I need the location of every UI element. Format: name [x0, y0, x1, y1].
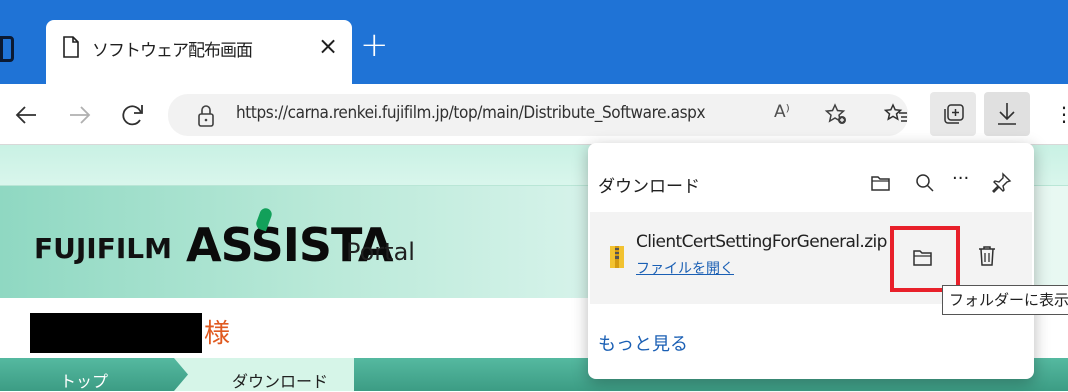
url-text[interactable]: https://carna.renkei.fujifilm.jp/top/mai…: [236, 103, 706, 123]
tab-close-icon[interactable]: ×: [318, 34, 338, 58]
brand-logo: FUJIFILM: [34, 232, 172, 265]
downloads-title: ダウンロード: [598, 177, 700, 197]
redacted-user-name: [30, 313, 202, 353]
read-aloud-icon[interactable]: A⁾: [774, 102, 790, 122]
search-icon[interactable]: [914, 172, 936, 194]
settings-more-icon[interactable]: ⋮: [1054, 102, 1068, 126]
tab-title[interactable]: ソフトウェア配布画面: [92, 36, 253, 61]
pin-icon[interactable]: [990, 172, 1012, 194]
lock-icon[interactable]: [196, 104, 216, 128]
collections-icon[interactable]: [942, 102, 966, 126]
download-icon[interactable]: [995, 100, 1019, 128]
add-favorite-icon[interactable]: [824, 102, 848, 126]
open-downloads-folder-icon[interactable]: [870, 172, 892, 194]
new-tab-icon[interactable]: +: [360, 28, 389, 62]
folder-icon[interactable]: [912, 248, 934, 268]
show-in-folder-tooltip: フォルダーに表示: [942, 285, 1068, 315]
breadcrumb-current: ダウンロード: [232, 372, 329, 391]
honorific: 様: [204, 319, 231, 349]
more-options-icon[interactable]: ···: [952, 168, 974, 190]
product-suffix: Portal: [346, 238, 415, 266]
refresh-icon[interactable]: [118, 100, 148, 130]
favorites-icon[interactable]: [884, 102, 908, 126]
open-file-link[interactable]: ファイルを開く: [636, 258, 734, 278]
breadcrumb-home[interactable]: トップ: [60, 368, 108, 392]
back-icon[interactable]: [12, 100, 42, 130]
download-file-name: ClientCertSettingForGeneral.zip: [636, 232, 887, 252]
zip-file-icon: [610, 246, 624, 268]
see-more-link[interactable]: もっと見る: [598, 330, 688, 356]
forward-icon[interactable]: [64, 100, 94, 130]
trash-icon[interactable]: [976, 244, 998, 268]
page-icon: [62, 36, 80, 58]
previous-tab-edge[interactable]: [0, 36, 14, 62]
